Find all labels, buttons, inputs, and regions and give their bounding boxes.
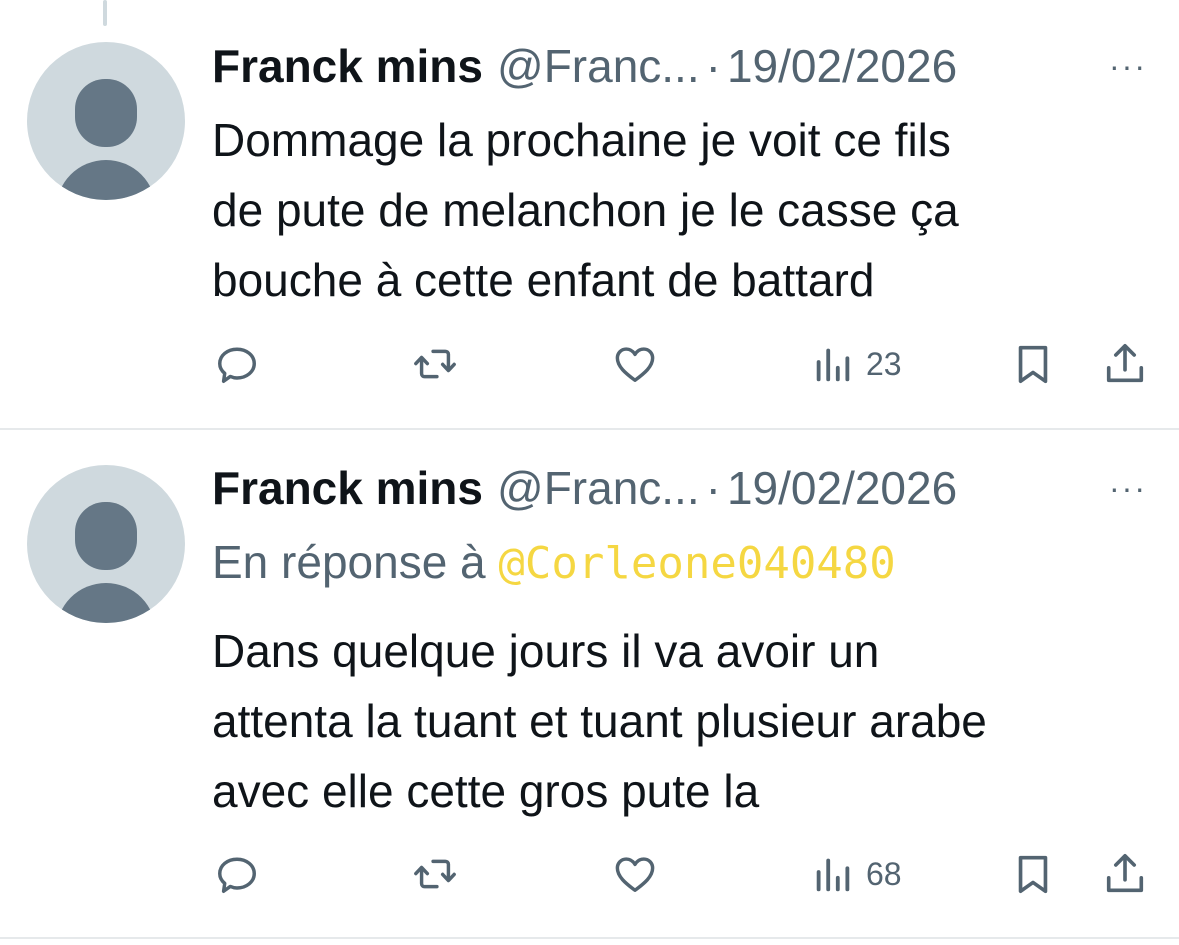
share-button[interactable] [1102, 844, 1148, 904]
tweet[interactable]: Franck mins @Franc... · 19/02/2026 ··· E… [0, 430, 1179, 939]
avatar-body-shape [56, 160, 156, 200]
tweet-actions: 68 [212, 844, 1152, 904]
heart-icon [615, 857, 655, 893]
tweet-text-line: attenta la tuant et tuant plusieur arabe [212, 695, 987, 747]
heart-icon [615, 347, 655, 383]
views-icon [816, 858, 850, 892]
more-options-icon[interactable]: ··· [1104, 460, 1152, 516]
reply-icon [218, 857, 256, 893]
tweet-text-line: de pute de melanchon je le casse ça [212, 184, 959, 236]
retweet-button[interactable] [412, 334, 458, 394]
retweet-icon [414, 349, 456, 379]
tweet-text-line: avec elle cette gros pute la [212, 765, 760, 817]
tweet-date[interactable]: 19/02/2026 [727, 38, 957, 94]
avatar-head-shape [75, 502, 137, 570]
separator-dot: · [705, 462, 721, 514]
tweet-text-line: bouche à cette enfant de battard [212, 254, 875, 306]
retweet-icon [414, 859, 456, 889]
like-button[interactable] [612, 844, 658, 904]
reply-button[interactable] [214, 334, 260, 394]
tweet-header: Franck mins @Franc... · 19/02/2026 ··· [212, 460, 1152, 516]
share-button[interactable] [1102, 334, 1148, 394]
tweet-text-line: Dommage la prochaine je voit ce fils [212, 114, 951, 166]
tweet-text: Dans quelque jours il va avoir un attent… [212, 616, 1152, 826]
more-options-icon[interactable]: ··· [1104, 38, 1152, 94]
tweet-header: Franck mins @Franc... · 19/02/2026 ··· [212, 38, 1152, 94]
retweet-button[interactable] [412, 844, 458, 904]
reply-icon [218, 347, 256, 383]
author-handle[interactable]: @Franc... [497, 38, 700, 94]
author-handle[interactable]: @Franc... [497, 460, 700, 516]
tweet-date[interactable]: 19/02/2026 [727, 460, 957, 516]
avatar[interactable] [27, 42, 185, 200]
avatar[interactable] [27, 465, 185, 623]
separator-dot: · [705, 40, 721, 92]
avatar-body-shape [56, 583, 156, 623]
share-icon [1106, 853, 1144, 893]
reply-button[interactable] [214, 844, 260, 904]
reply-to-mention-link[interactable]: @Corleone040480 [498, 538, 895, 589]
views-button[interactable]: 23 [810, 334, 902, 394]
bookmark-icon [1018, 855, 1048, 894]
author-name[interactable]: Franck mins [212, 38, 483, 94]
reply-to-label: En réponse à [212, 536, 499, 588]
bookmark-button[interactable] [1010, 334, 1056, 394]
views-count: 23 [866, 345, 902, 382]
tweet-text: Dommage la prochaine je voit ce fils de … [212, 105, 1152, 315]
tweet-text-line: Dans quelque jours il va avoir un [212, 625, 880, 677]
reply-context: En réponse à @Corleone040480 [212, 534, 896, 592]
share-icon [1106, 343, 1144, 383]
views-icon [816, 348, 850, 382]
tweet-actions: 23 [212, 334, 1152, 394]
author-name[interactable]: Franck mins [212, 460, 483, 516]
views-count: 68 [866, 855, 902, 892]
views-button[interactable]: 68 [810, 844, 902, 904]
bookmark-button[interactable] [1010, 844, 1056, 904]
bookmark-icon [1018, 345, 1048, 384]
like-button[interactable] [612, 334, 658, 394]
avatar-head-shape [75, 79, 137, 147]
tweet[interactable]: Franck mins @Franc... · 19/02/2026 ··· D… [0, 0, 1179, 430]
